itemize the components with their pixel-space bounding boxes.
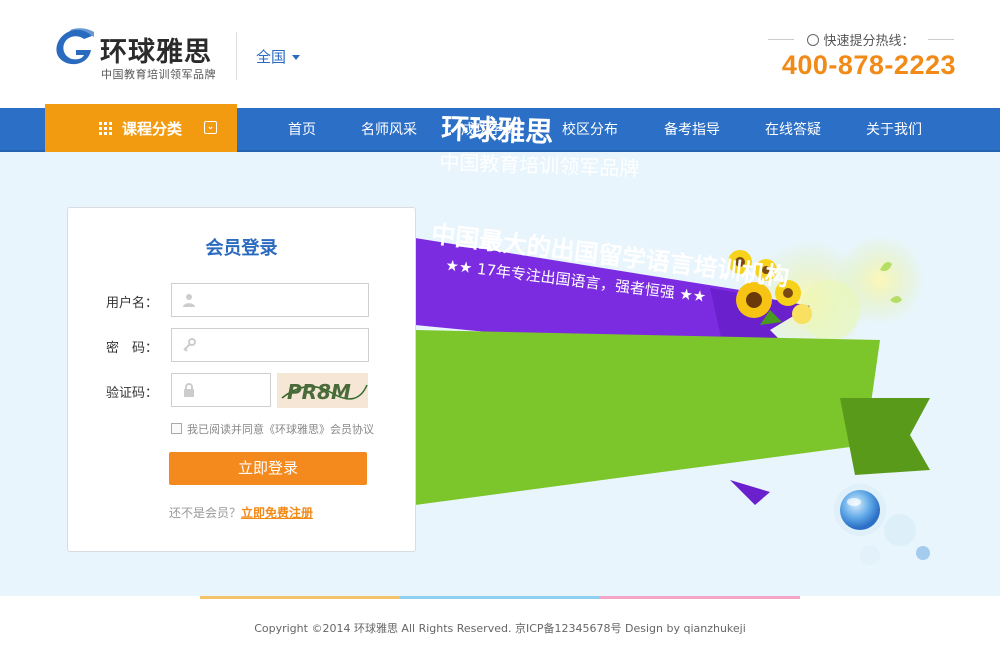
nav-item-teachers[interactable]: 名师风采 [356, 108, 422, 152]
course-category-button[interactable]: 课程分类 ⌄ [45, 104, 237, 152]
logo-g-icon[interactable] [52, 28, 96, 66]
nav-item-home[interactable]: 首页 [276, 108, 328, 152]
logo-subtitle: 中国教育培训领军品牌 [101, 68, 216, 81]
hotline-label-text: 快速提分热线： [823, 34, 915, 49]
lock-icon [184, 383, 194, 397]
agreement-text: 我已阅读并同意《环球雅思》会员协议 [187, 423, 374, 436]
username-input[interactable] [172, 284, 368, 316]
register-line: 还不是会员？立即免费注册 [169, 504, 313, 521]
main-content: 会员登录 用户名： 密 码： 验证码： PR8M 我已阅读并同意《环球雅思》会员… [0, 152, 1000, 596]
user-icon [183, 294, 195, 307]
captcha-field[interactable] [171, 373, 271, 407]
username-field[interactable] [171, 283, 369, 317]
nav-item-campuses[interactable]: 校区分布 [557, 108, 623, 152]
captcha-label: 验证码： [106, 386, 159, 401]
nav-item-about[interactable]: 关于我们 [861, 108, 927, 152]
key-icon [183, 338, 196, 352]
login-title: 会员登录 [205, 238, 278, 259]
region-label: 全国 [256, 48, 287, 66]
grid-icon [99, 122, 112, 135]
password-input[interactable] [172, 329, 368, 361]
course-category-label: 课程分类 [122, 120, 183, 138]
login-button[interactable]: 立即登录 [169, 452, 367, 485]
nav-item-online-qa[interactable]: 在线答疑 [760, 108, 826, 152]
footer: Copyright ©2014 环球雅思 All Rights Reserved… [0, 596, 1000, 656]
header: 环球雅思 中国教育培训领军品牌 全国 快速提分热线： 400-878-2223 [0, 0, 1000, 108]
register-link[interactable]: 立即免费注册 [241, 506, 313, 520]
username-label: 用户名： [106, 296, 159, 311]
agreement-checkbox[interactable] [171, 423, 182, 434]
register-prompt: 还不是会员？ [169, 506, 242, 520]
captcha-text: PR8M [287, 380, 351, 404]
nav-item-exam-guide[interactable]: 备考指导 [659, 108, 725, 152]
chevron-down-icon: ⌄ [204, 121, 217, 134]
password-label: 密 码： [106, 341, 159, 356]
captcha-image[interactable]: PR8M [277, 373, 368, 408]
copyright: Copyright ©2014 环球雅思 All Rights Reserved… [254, 622, 746, 635]
banner-graphic [415, 235, 930, 565]
banner-brand: 环球雅思 [440, 111, 554, 149]
agreement[interactable]: 我已阅读并同意《环球雅思》会员协议 [171, 421, 374, 437]
footer-color-bar [0, 596, 1000, 599]
phone-icon [807, 34, 820, 46]
login-panel: 会员登录 用户名： 密 码： 验证码： PR8M 我已阅读并同意《环球雅思》会员… [67, 207, 416, 552]
password-field[interactable] [171, 328, 369, 362]
chevron-down-icon [292, 55, 301, 60]
region-selector[interactable]: 全国 [256, 46, 301, 67]
logo-title[interactable]: 环球雅思 [100, 30, 212, 69]
header-divider [236, 32, 237, 80]
hotline-number: 400-878-2223 [781, 50, 956, 80]
hotline-label: 快速提分热线： [768, 30, 954, 49]
